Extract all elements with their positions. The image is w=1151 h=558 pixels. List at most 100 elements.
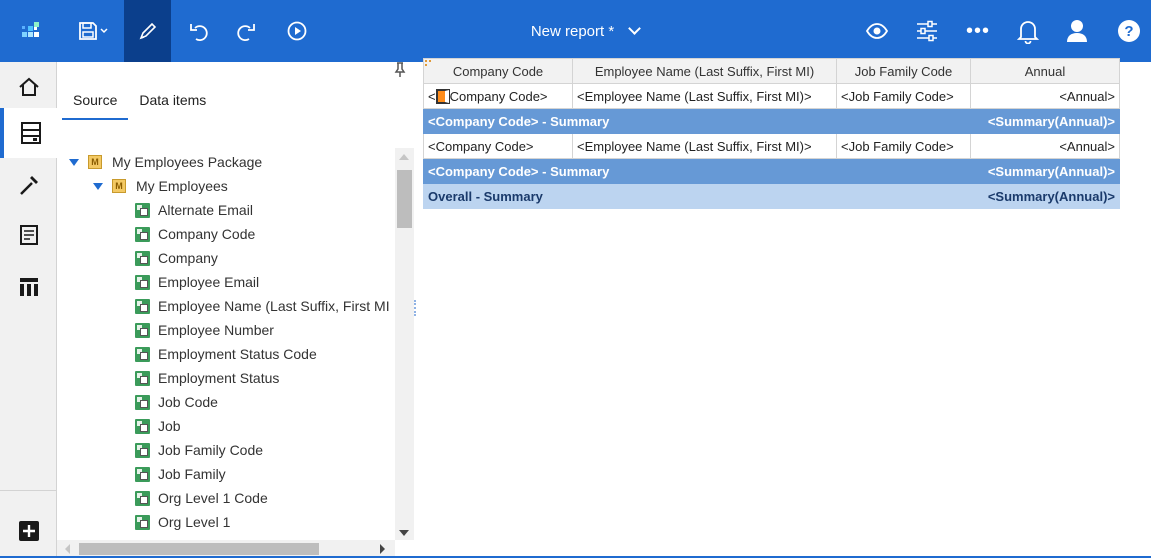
properties-button[interactable] xyxy=(905,0,949,62)
company-code-cell[interactable]: <Company Code> xyxy=(423,133,573,159)
tree-item[interactable]: Company Code xyxy=(135,222,255,246)
placeholder-icon xyxy=(435,88,450,104)
tree-package[interactable]: M My Employees Package xyxy=(69,150,262,174)
add-icon xyxy=(18,521,39,541)
add-button[interactable] xyxy=(0,506,57,556)
detail-row: <Company Code> <Employee Name (Last Suff… xyxy=(423,83,1120,109)
tree-item[interactable]: Job Family xyxy=(135,462,226,486)
data-item-icon xyxy=(135,442,150,458)
annual-cell[interactable]: <Annual> xyxy=(970,83,1120,109)
data-item-icon xyxy=(135,370,150,386)
scroll-up-icon[interactable] xyxy=(399,154,409,160)
report-list[interactable]: Company Code Employee Name (Last Suffix,… xyxy=(423,58,1120,209)
undo-button[interactable] xyxy=(176,0,222,62)
package-icon: M xyxy=(88,155,102,169)
help-button[interactable]: ? xyxy=(1106,0,1151,62)
tree-item[interactable]: Org Level 1 Code xyxy=(135,486,268,510)
rail-data[interactable] xyxy=(0,108,57,158)
rail-divider xyxy=(0,490,57,491)
tab-data-items[interactable]: Data items xyxy=(128,86,217,120)
folder-label: My Employees xyxy=(136,178,228,194)
tree-vertical-scrollbar[interactable] xyxy=(395,148,414,540)
tree-item[interactable]: Job Family Code xyxy=(135,438,263,462)
data-item-icon xyxy=(135,274,150,290)
expand-caret-icon[interactable] xyxy=(69,158,79,166)
tree-item[interactable]: Employment Status xyxy=(135,366,279,390)
report-canvas: Company Code Employee Name (Last Suffix,… xyxy=(423,58,1120,209)
tab-source[interactable]: Source xyxy=(62,86,129,120)
column-header[interactable]: Company Code xyxy=(423,58,573,84)
group-summary-value[interactable]: <Summary(Annual)> xyxy=(970,158,1120,184)
tree-item[interactable]: Employee Number xyxy=(135,318,274,342)
pages-icon xyxy=(19,225,38,245)
data-item-icon xyxy=(135,418,150,434)
preview-button[interactable] xyxy=(855,0,899,62)
svg-text:?: ? xyxy=(1124,23,1133,40)
overall-summary-label[interactable]: Overall - Summary xyxy=(423,183,971,209)
column-header[interactable]: Job Family Code xyxy=(836,58,971,84)
scroll-thumb[interactable] xyxy=(397,170,412,228)
column-header[interactable]: Employee Name (Last Suffix, First MI) xyxy=(572,58,837,84)
tree-item[interactable]: Employee Email xyxy=(135,270,259,294)
toolbox-icon xyxy=(19,176,38,195)
panel-tabs: Source Data items xyxy=(62,86,217,120)
left-rail xyxy=(0,62,57,558)
rail-pages[interactable] xyxy=(0,210,57,260)
annual-cell[interactable]: <Annual> xyxy=(970,133,1120,159)
redo-button[interactable] xyxy=(222,0,270,62)
save-button[interactable] xyxy=(62,0,124,62)
data-item-icon xyxy=(135,298,150,314)
run-button[interactable] xyxy=(274,0,320,62)
employee-name-cell[interactable]: <Employee Name (Last Suffix, First MI)> xyxy=(572,83,837,109)
group-summary-label[interactable]: <Company Code> - Summary xyxy=(423,158,971,184)
group-summary-label[interactable]: <Company Code> - Summary xyxy=(423,108,971,134)
employee-name-cell[interactable]: <Employee Name (Last Suffix, First MI)> xyxy=(572,133,837,159)
more-button[interactable]: ••• xyxy=(956,0,1000,62)
data-item-icon xyxy=(135,226,150,242)
chevron-down-icon xyxy=(628,22,642,35)
rail-queries[interactable] xyxy=(0,262,57,312)
tree-item[interactable]: Employee Name (Last Suffix, First MI xyxy=(135,294,390,318)
panel-splitter-handle[interactable] xyxy=(414,300,417,316)
user-button[interactable] xyxy=(1054,0,1100,62)
rail-home[interactable] xyxy=(0,62,57,112)
data-item-icon xyxy=(135,514,150,530)
edit-icon xyxy=(139,22,156,40)
job-family-code-cell[interactable]: <Job Family Code> xyxy=(836,133,971,159)
source-panel: Source Data items M My Employees Package… xyxy=(57,62,414,558)
help-icon: ? xyxy=(1117,20,1140,42)
redo-icon xyxy=(237,24,255,42)
tree-item[interactable]: Job xyxy=(135,414,181,438)
scroll-thumb[interactable] xyxy=(79,543,319,555)
folder-icon: M xyxy=(112,179,126,193)
list-selector-handle[interactable] xyxy=(425,60,431,66)
overall-summary-value[interactable]: <Summary(Annual)> xyxy=(970,183,1120,209)
queries-icon xyxy=(19,278,38,296)
data-item-icon xyxy=(135,490,150,506)
tree-item[interactable]: Employment Status Code xyxy=(135,342,317,366)
scroll-left-icon[interactable] xyxy=(65,544,70,554)
tree-item[interactable]: Job Code xyxy=(135,390,218,414)
header-row: Company Code Employee Name (Last Suffix,… xyxy=(423,58,1120,84)
tree-folder[interactable]: M My Employees xyxy=(93,174,228,198)
tree-item[interactable]: Org Level 1 xyxy=(135,510,230,534)
column-header[interactable]: Annual xyxy=(970,58,1120,84)
scroll-down-icon[interactable] xyxy=(399,530,409,536)
user-icon xyxy=(1067,20,1087,42)
pin-icon[interactable] xyxy=(394,62,406,83)
tree-item[interactable]: Company xyxy=(135,246,218,270)
app-logo-icon[interactable] xyxy=(0,0,62,62)
run-icon xyxy=(287,21,307,41)
company-code-cell[interactable]: <Company Code> xyxy=(423,83,573,109)
edit-button[interactable] xyxy=(124,0,171,62)
source-tree: M My Employees Package M My Employees Al… xyxy=(57,148,395,538)
expand-caret-icon[interactable] xyxy=(93,182,103,190)
scroll-right-icon[interactable] xyxy=(380,544,385,554)
notification-button[interactable] xyxy=(1006,0,1050,62)
package-label: My Employees Package xyxy=(112,154,263,170)
tree-item[interactable]: Alternate Email xyxy=(135,198,253,222)
report-title-menu[interactable]: New report * xyxy=(500,0,670,62)
rail-toolbox[interactable] xyxy=(0,160,57,210)
job-family-code-cell[interactable]: <Job Family Code> xyxy=(836,83,971,109)
group-summary-value[interactable]: <Summary(Annual)> xyxy=(970,108,1120,134)
